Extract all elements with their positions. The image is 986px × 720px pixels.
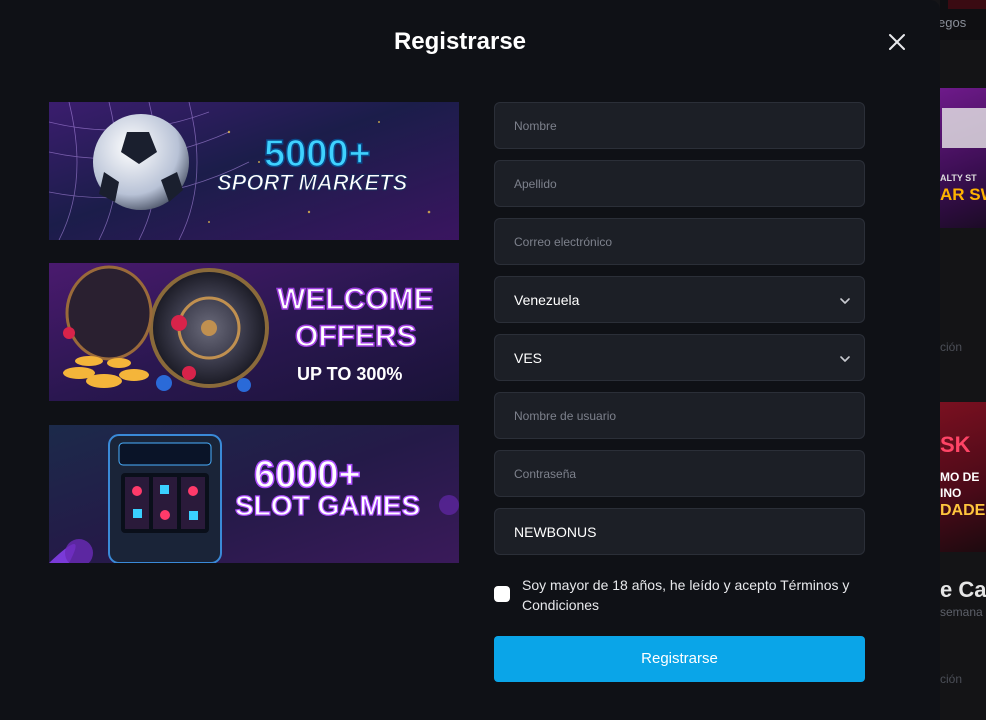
chevron-down-icon [840,356,850,362]
close-button[interactable] [884,29,910,55]
background-banner-2-line2: MO DE [940,470,980,484]
background-page: egos ALTY ST AR SW ción SK MO DE INO DAD… [940,0,986,720]
last-name-field[interactable]: Apellido [494,160,865,207]
background-banner-1: ALTY ST AR SW [940,88,986,228]
chevron-down-icon [840,298,850,304]
currency-select[interactable]: VES [494,334,865,381]
close-icon [889,34,905,50]
promo-welcome-line2: OFFERS [295,320,417,353]
background-nav-item: egos [940,15,967,30]
country-value: Venezuela [514,292,580,308]
country-select[interactable]: Venezuela [494,276,865,323]
username-field[interactable]: Nombre de usuario [494,392,865,439]
terms-label: Soy mayor de 18 años, he leído y acepto … [522,577,850,613]
background-banner-1-line1: ALTY ST [940,173,977,183]
background-caption-4: ción [940,672,963,686]
background-banner-2: SK MO DE INO DADE [940,402,986,552]
background-banner-2-line3: INO [940,486,962,500]
promo-banner-slots: 6000+ SLOT GAMES [49,425,459,563]
background-banner-2-line1: SK [940,432,971,457]
background-nav: egos [940,0,986,40]
promo-code-field[interactable]: NEWBONUS [494,508,865,555]
promo-welcome-line3: UP TO 300% [297,364,402,384]
background-caption-1: ción [940,340,963,354]
register-button[interactable]: Registrarse [494,636,865,682]
promo-banner-sport: 5000+ SPORT MARKETS [49,102,459,240]
promo-code-value: NEWBONUS [514,524,597,540]
promo-sport-line2: SPORT MARKETS [217,170,408,195]
background-nav-badge [948,0,986,9]
promo-banner-welcome: WELCOME OFFERS UP TO 300% [49,263,459,401]
terms-checkbox[interactable] [494,586,510,602]
background-caption-2: e Ca [940,577,986,602]
password-placeholder: Contraseña [514,467,577,481]
promo-sport-line1: 5000+ [264,133,371,175]
first-name-field[interactable]: Nombre [494,102,865,149]
first-name-placeholder: Nombre [514,119,557,133]
promo-slots-line2: SLOT GAMES [235,490,420,521]
promo-welcome-line1: WELCOME [277,283,434,316]
email-field[interactable]: Correo electrónico [494,218,865,265]
modal-title: Registrarse [393,28,527,55]
username-placeholder: Nombre de usuario [514,409,617,423]
background-caption-3: semana [940,605,983,619]
email-placeholder: Correo electrónico [514,235,613,249]
registration-modal: Registrarse 5000+ SPORT MARKETS WELCOME … [0,0,940,720]
background-banner-graphic [942,108,986,148]
currency-value: VES [514,350,543,366]
last-name-placeholder: Apellido [514,177,557,191]
password-field[interactable]: Contraseña [494,450,865,497]
background-banner-1-line2: AR SW [940,185,986,204]
background-banner-2-line4: DADE [940,502,986,519]
